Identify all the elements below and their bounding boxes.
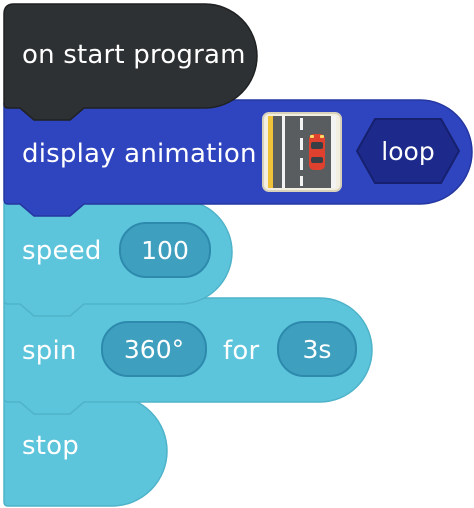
display-animation-label: display animation — [22, 139, 257, 169]
speed-value-input[interactable]: 100 — [119, 222, 211, 278]
road-car-animation-icon[interactable] — [262, 112, 342, 192]
start-block-label: on start program — [22, 40, 246, 70]
spin-for-label: for — [223, 336, 260, 366]
spin-duration-input[interactable]: 3s — [277, 321, 357, 377]
loop-dropdown[interactable]: loop — [355, 117, 461, 185]
stop-label: stop — [22, 431, 79, 461]
loop-value: loop — [381, 136, 435, 166]
spin-label: spin — [22, 336, 77, 366]
spin-angle-input[interactable]: 360° — [101, 321, 207, 377]
speed-label: speed — [22, 236, 102, 266]
